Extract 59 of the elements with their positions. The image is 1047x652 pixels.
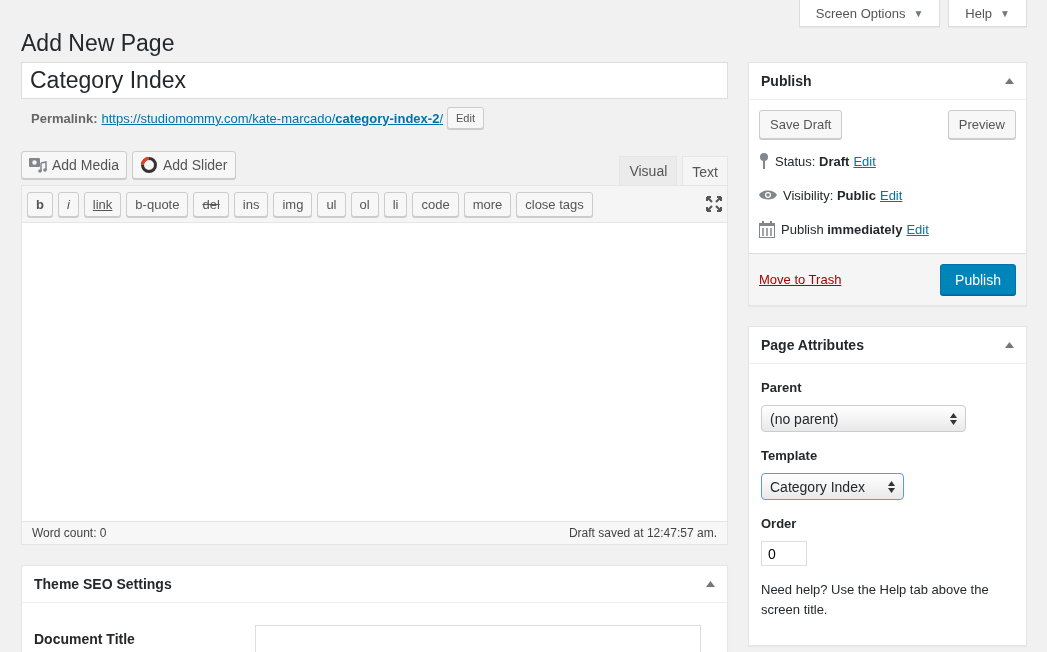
collapse-icon[interactable] bbox=[1005, 78, 1014, 85]
quicktag-button[interactable]: b-quote bbox=[126, 191, 189, 217]
word-count: Word count: 0 bbox=[32, 526, 107, 541]
edit-link[interactable]: Edit bbox=[906, 221, 929, 237]
edit-link[interactable]: Edit bbox=[879, 187, 903, 203]
title-field[interactable]: Category Index bbox=[21, 62, 728, 100]
dropdown-tab[interactable]: Help ▼ bbox=[948, 0, 1027, 27]
edit-link[interactable]: Edit bbox=[853, 153, 876, 169]
quicktag-button[interactable]: more bbox=[463, 191, 512, 217]
camera-music-icon bbox=[29, 157, 47, 174]
collapse-icon[interactable] bbox=[706, 581, 715, 588]
field-label: Order bbox=[761, 516, 797, 532]
draft-saved-text: Draft saved at 12:47:57 am. bbox=[568, 526, 717, 541]
quicktag-button[interactable]: li bbox=[383, 191, 408, 217]
panel-title: Publish bbox=[761, 73, 812, 90]
text-field[interactable] bbox=[255, 625, 701, 652]
field-label: Template bbox=[761, 448, 818, 464]
quicktag-button[interactable]: ins bbox=[233, 191, 269, 217]
template-select[interactable]: Category Index bbox=[761, 473, 904, 501]
ring-icon bbox=[139, 156, 158, 175]
editor-tab[interactable]: Visual bbox=[619, 156, 678, 186]
quicktag-button[interactable]: code bbox=[412, 191, 459, 217]
media-button[interactable]: Add Slider bbox=[131, 151, 236, 180]
editor-tab[interactable]: Text bbox=[682, 156, 728, 187]
edit-button[interactable]: Edit bbox=[447, 107, 484, 130]
permalink-link[interactable]: https://studiomommy.com/kate-marcado/category-index-2/ bbox=[101, 110, 443, 126]
panel-title: Theme SEO Settings bbox=[34, 576, 172, 593]
save-draft-button[interactable]: Save Draft bbox=[759, 110, 843, 140]
fullscreen-icon[interactable] bbox=[706, 196, 722, 213]
trash-link[interactable]: Move to Trash bbox=[759, 272, 842, 288]
quicktag-button[interactable]: del bbox=[193, 191, 229, 217]
preview-button[interactable]: Preview bbox=[947, 110, 1016, 140]
page-heading: Add New Page bbox=[21, 29, 176, 58]
field-label: Document Title bbox=[34, 630, 136, 648]
dropdown-tab[interactable]: Screen Options ▼ bbox=[798, 0, 941, 27]
quicktag-button[interactable]: link bbox=[83, 191, 122, 217]
panel-title: Page Attributes bbox=[761, 337, 864, 354]
quicktag-button[interactable]: ol bbox=[350, 191, 379, 217]
media-button[interactable]: Add Media bbox=[21, 151, 127, 180]
publish-info: Status: Draft bbox=[775, 153, 850, 169]
field-label: Parent bbox=[761, 380, 802, 396]
pin-icon bbox=[759, 153, 769, 170]
quicktag-button[interactable]: ul bbox=[317, 191, 346, 217]
quicktag-button[interactable]: close tags bbox=[516, 191, 593, 217]
calendar-icon bbox=[759, 220, 775, 238]
help-text: Need help? Use the Help tab above the screen title. bbox=[761, 581, 990, 620]
quicktag-button[interactable]: img bbox=[273, 191, 313, 217]
publish-button[interactable]: Publish bbox=[940, 264, 1016, 296]
updown-icon bbox=[888, 480, 895, 493]
updown-icon bbox=[950, 412, 957, 425]
order-field[interactable]: 0 bbox=[761, 541, 807, 567]
parent-select[interactable]: (no parent) bbox=[761, 405, 966, 433]
eye-icon bbox=[759, 189, 777, 202]
quicktag-button[interactable]: i bbox=[57, 191, 79, 217]
quicktag-button[interactable]: b bbox=[27, 191, 53, 217]
publish-info: Publish immediately bbox=[781, 221, 903, 237]
publish-info: Visibility: Public bbox=[783, 187, 876, 203]
permalink-label: Permalink: bbox=[31, 110, 98, 126]
collapse-icon[interactable] bbox=[1005, 342, 1014, 349]
